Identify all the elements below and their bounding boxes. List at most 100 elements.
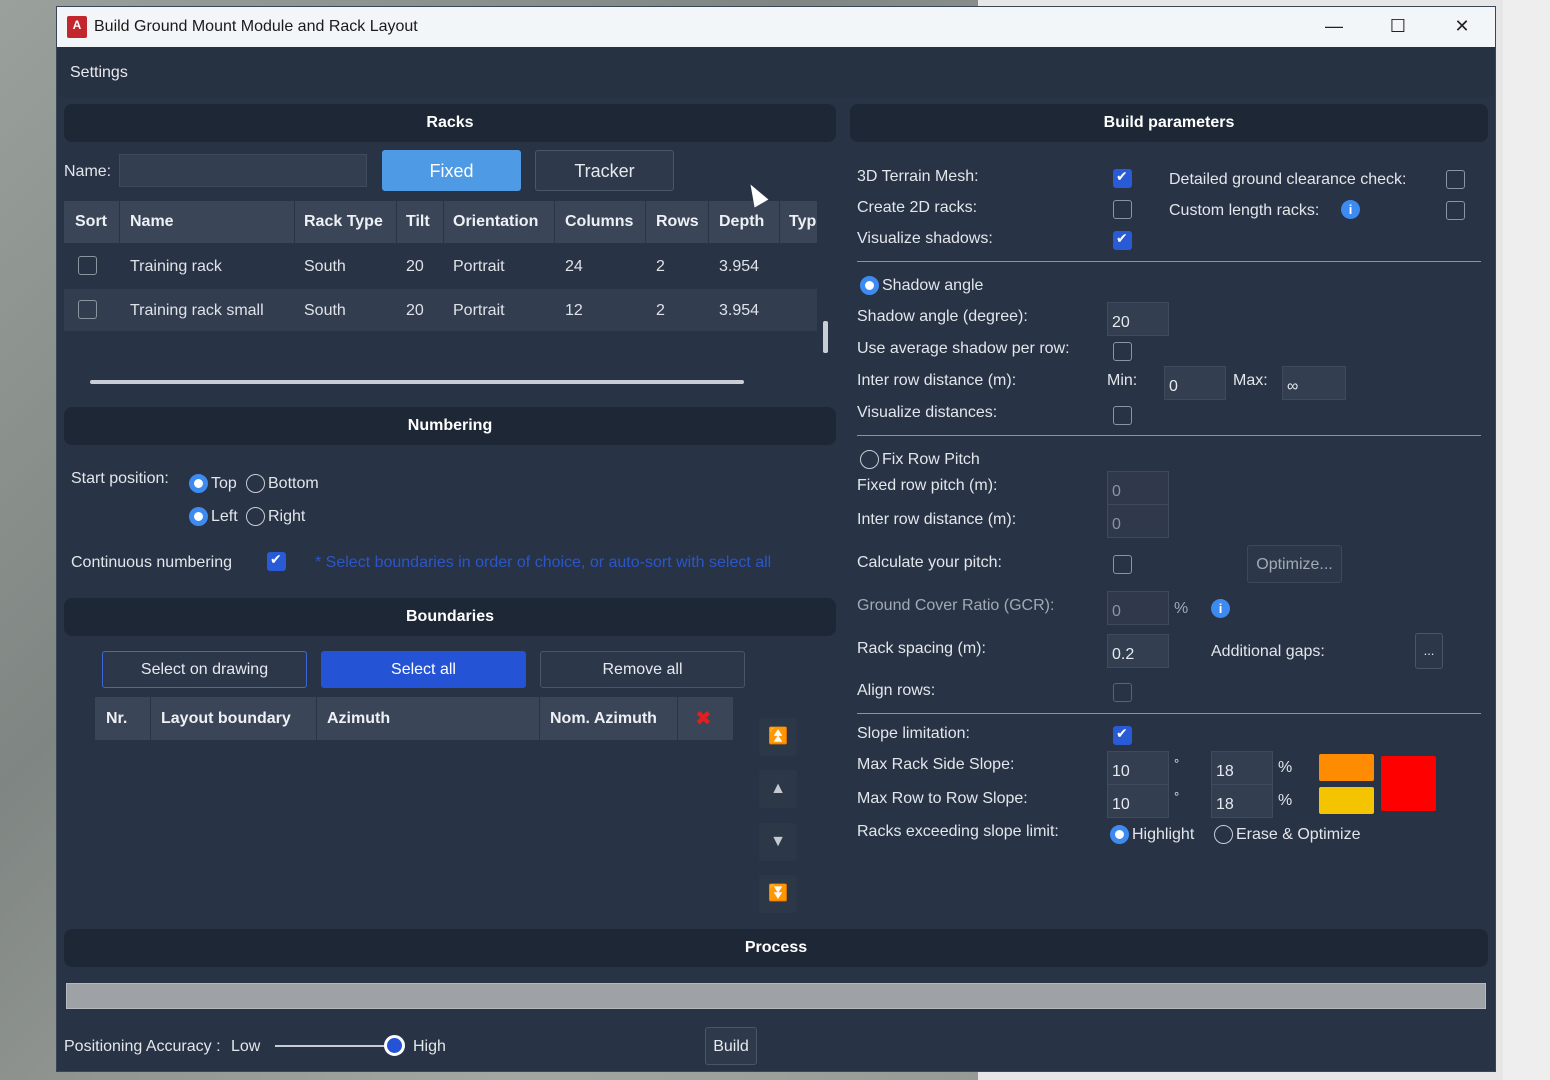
maximize-icon[interactable]: ☐ (1383, 13, 1413, 41)
col-nom-azimuth[interactable]: Nom. Azimuth (550, 710, 657, 728)
horizontal-scrollbar[interactable] (90, 380, 744, 384)
detailed-check-label: Detailed ground clearance check: (1169, 171, 1407, 188)
row-sort-checkbox[interactable] (78, 300, 97, 319)
col-layout-boundary[interactable]: Layout boundary (161, 710, 291, 728)
custom-length-checkbox[interactable] (1446, 201, 1465, 220)
shadow-angle-input[interactable] (1107, 302, 1169, 336)
move-down-icon[interactable]: ▼ (759, 823, 797, 861)
fixed-row-pitch-label: Fixed row pitch (m): (857, 477, 998, 494)
fix-row-pitch-radio[interactable] (860, 450, 879, 469)
col-type[interactable]: Typ (789, 213, 816, 231)
col-name[interactable]: Name (130, 213, 174, 231)
row-name: Training rack small (130, 302, 264, 319)
fix-row-pitch-label: Fix Row Pitch (882, 451, 980, 468)
tracker-button[interactable]: Tracker (535, 150, 674, 191)
max-row-to-row-deg-input[interactable] (1107, 784, 1169, 818)
inter-row-distance2-input[interactable] (1107, 504, 1169, 538)
col-depth[interactable]: Depth (719, 213, 764, 231)
align-rows-checkbox[interactable] (1113, 683, 1132, 702)
slope-limitation-checkbox[interactable] (1113, 725, 1132, 745)
dialog-window: A Build Ground Mount Module and Rack Lay… (56, 6, 1496, 1072)
col-azimuth[interactable]: Azimuth (327, 710, 390, 728)
rack-spacing-input[interactable] (1107, 634, 1169, 668)
move-bottom-icon[interactable]: ⏬ (759, 875, 797, 913)
select-on-drawing-button[interactable]: Select on drawing (102, 651, 307, 688)
shadow-angle-radio-label: Shadow angle (882, 277, 984, 294)
inter-row-distance-label: Inter row distance (m): (857, 372, 1017, 389)
row-columns: 12 (565, 302, 583, 319)
fixed-row-pitch-input[interactable] (1107, 471, 1169, 505)
row-tilt: 20 (406, 302, 424, 319)
col-sort[interactable]: Sort (75, 213, 107, 231)
col-columns[interactable]: Columns (565, 213, 633, 231)
build-button[interactable]: Build (705, 1027, 757, 1065)
col-tilt[interactable]: Tilt (406, 213, 430, 231)
orange-color-swatch[interactable] (1319, 754, 1374, 781)
menu-settings[interactable]: Settings (70, 64, 128, 82)
max-rack-side-deg-input[interactable] (1107, 751, 1169, 785)
table-row[interactable]: Training rack small South 20 Portrait 12… (64, 289, 817, 331)
col-rows[interactable]: Rows (656, 213, 699, 231)
row-depth: 3.954 (719, 258, 760, 275)
col-orientation[interactable]: Orientation (453, 213, 538, 231)
radio-top-label: Top (211, 475, 237, 492)
radio-left[interactable] (189, 507, 208, 526)
row-sort-checkbox[interactable] (78, 256, 97, 275)
red-color-swatch[interactable] (1381, 756, 1436, 811)
col-rack-type[interactable]: Rack Type (304, 213, 383, 231)
erase-optimize-radio[interactable] (1214, 825, 1233, 844)
delete-x-icon[interactable]: ✖ (695, 706, 712, 731)
min-input[interactable] (1164, 366, 1226, 400)
info-icon[interactable]: i (1341, 200, 1360, 219)
radio-bottom[interactable] (246, 474, 265, 493)
shadow-angle-radio[interactable] (860, 276, 879, 295)
move-top-icon[interactable]: ⏫ (759, 718, 797, 756)
minimize-icon[interactable]: — (1319, 13, 1349, 41)
fixed-button[interactable]: Fixed (382, 150, 521, 191)
select-all-button[interactable]: Select all (321, 651, 526, 688)
calc-pitch-checkbox[interactable] (1113, 555, 1132, 574)
title-bar: A Build Ground Mount Module and Rack Lay… (57, 7, 1495, 47)
max-row-to-row-pct-input[interactable] (1211, 784, 1273, 818)
window-title: Build Ground Mount Module and Rack Layou… (94, 18, 418, 35)
radio-top[interactable] (189, 474, 208, 493)
row-rows: 2 (656, 302, 665, 319)
additional-gaps-label: Additional gaps: (1211, 643, 1325, 660)
radio-right[interactable] (246, 507, 265, 526)
remove-all-button[interactable]: Remove all (540, 651, 745, 688)
align-rows-label: Align rows: (857, 682, 936, 699)
radio-left-label: Left (211, 508, 238, 525)
row-rack-type: South (304, 302, 346, 319)
continuous-numbering-checkbox[interactable] (267, 551, 286, 571)
info-icon[interactable]: i (1211, 599, 1230, 618)
yellow-color-swatch[interactable] (1319, 787, 1374, 814)
gcr-label: Ground Cover Ratio (GCR): (857, 597, 1055, 614)
accuracy-slider[interactable] (275, 1045, 395, 1047)
divider (857, 435, 1481, 436)
create-2d-checkbox[interactable] (1113, 200, 1132, 219)
max-input[interactable] (1282, 366, 1346, 400)
terrain-mesh-label: 3D Terrain Mesh: (857, 168, 979, 185)
rack-name-input[interactable] (119, 154, 367, 187)
racks-table-header (64, 201, 817, 243)
accuracy-slider-thumb[interactable] (384, 1035, 405, 1056)
progress-bar (66, 983, 1486, 1009)
visualize-distances-checkbox[interactable] (1113, 406, 1132, 425)
visualize-shadows-checkbox[interactable] (1113, 230, 1132, 250)
row-name: Training rack (130, 258, 222, 275)
additional-gaps-button[interactable]: ... (1415, 633, 1443, 669)
avg-shadow-checkbox[interactable] (1113, 342, 1132, 361)
vertical-scrollbar[interactable] (823, 321, 828, 353)
col-nr[interactable]: Nr. (106, 710, 127, 728)
inter-row-distance2-label: Inter row distance (m): (857, 511, 1017, 528)
move-up-icon[interactable]: ▲ (759, 770, 797, 808)
divider (857, 261, 1481, 262)
close-icon[interactable]: ✕ (1447, 13, 1477, 41)
max-rack-side-pct-input[interactable] (1211, 751, 1273, 785)
terrain-mesh-checkbox[interactable] (1113, 168, 1132, 188)
gcr-input[interactable] (1107, 591, 1169, 625)
table-row[interactable]: Training rack South 20 Portrait 24 2 3.9… (64, 245, 817, 287)
detailed-check-checkbox[interactable] (1446, 170, 1465, 189)
optimize-button[interactable]: Optimize... (1247, 545, 1342, 583)
highlight-radio[interactable] (1110, 825, 1129, 844)
